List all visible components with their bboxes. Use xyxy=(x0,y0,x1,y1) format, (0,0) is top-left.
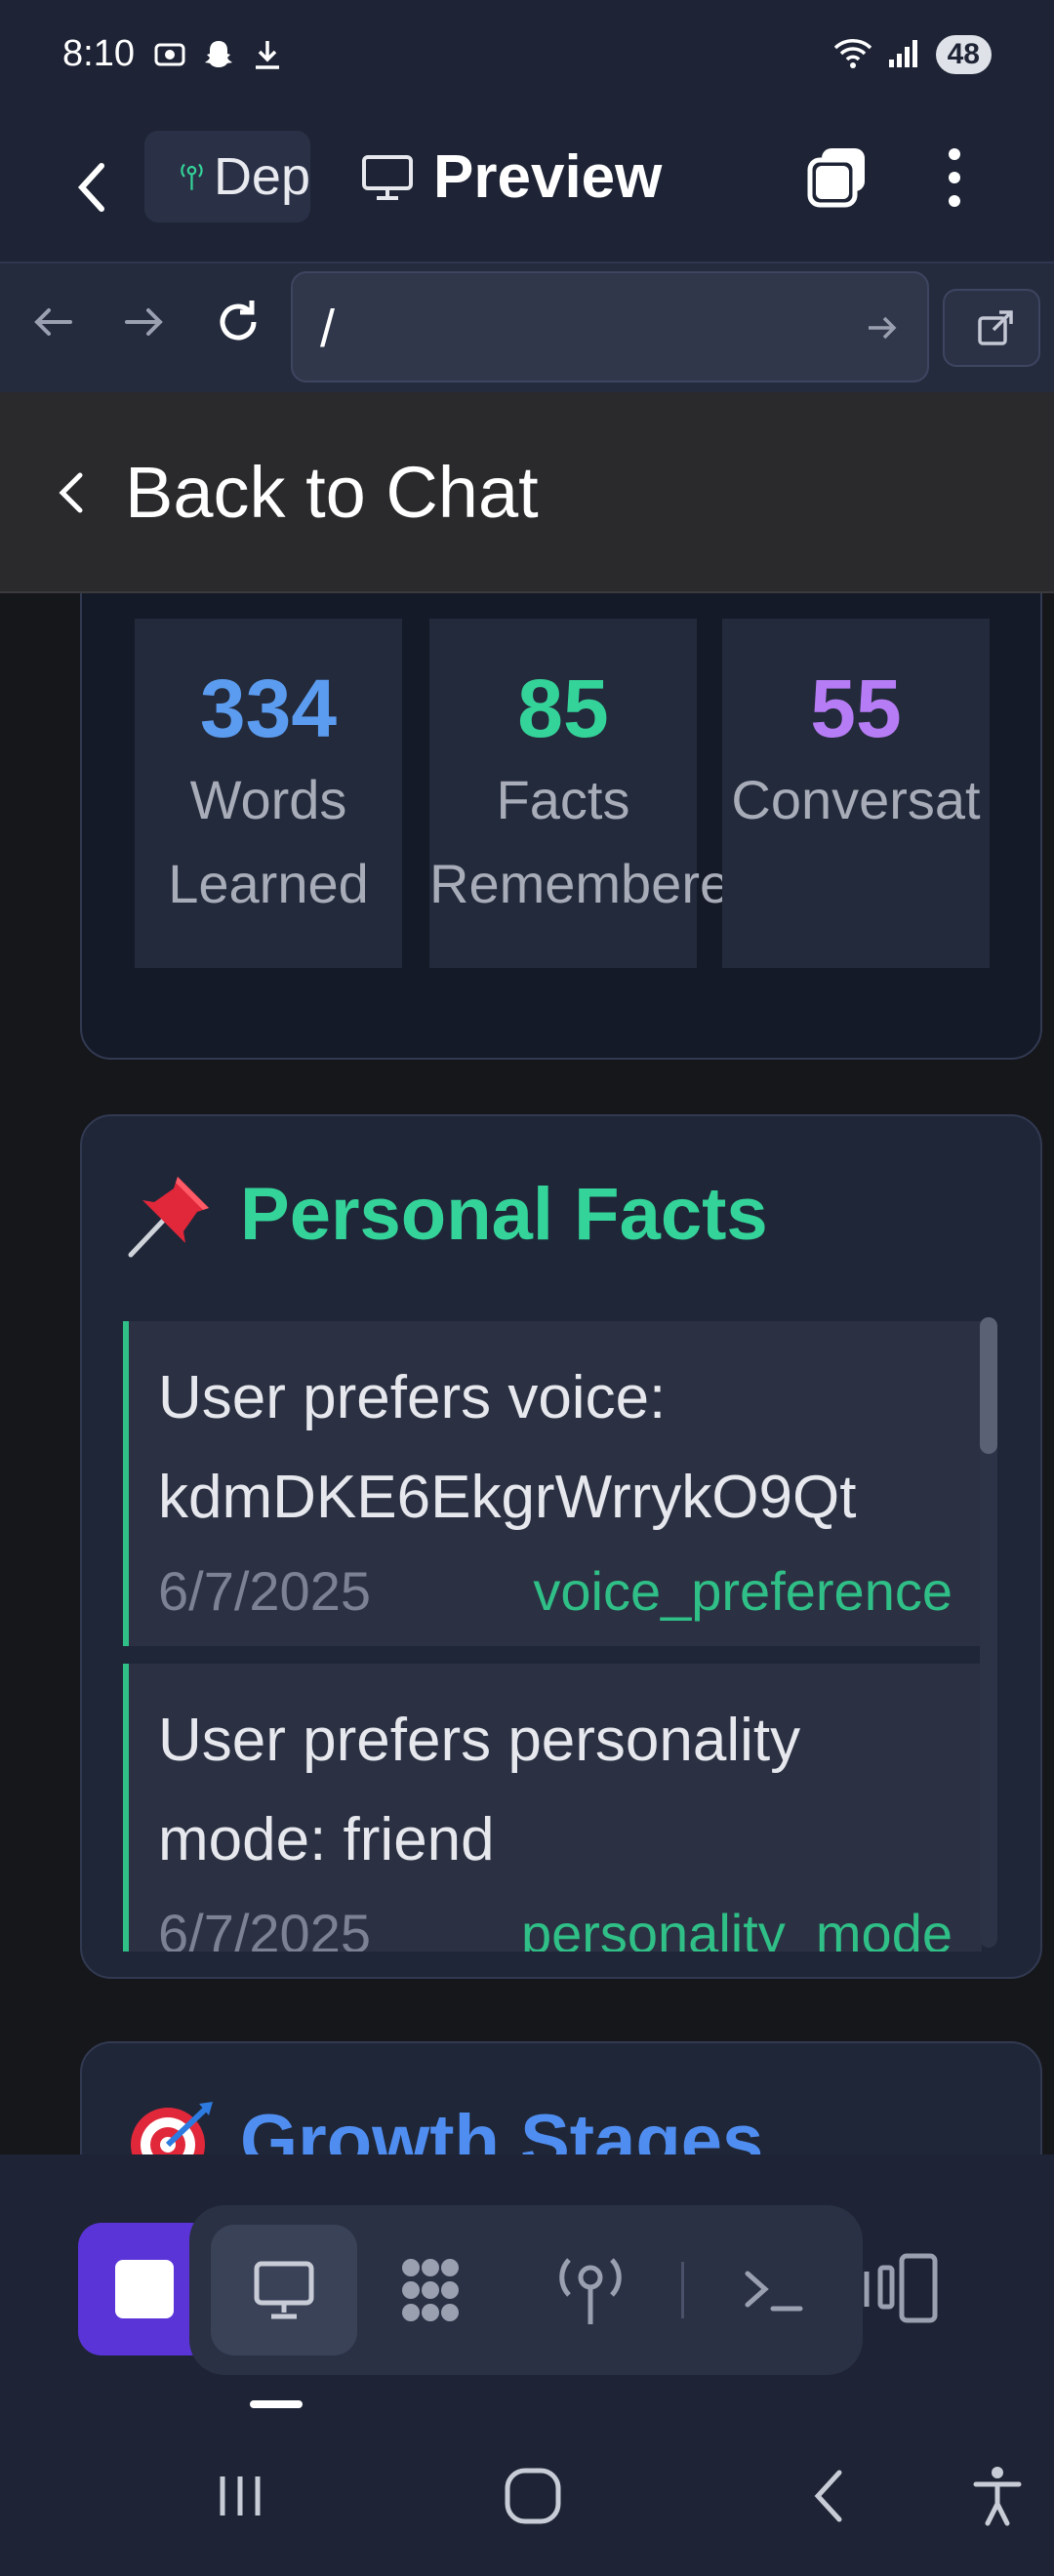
grid-dots-icon xyxy=(402,2259,459,2321)
url-input[interactable]: / xyxy=(291,271,929,382)
download-icon xyxy=(250,37,285,72)
facts-list[interactable]: User prefers voice: kdmDKE6EkgrWrrykO9Qt… xyxy=(123,1321,982,1952)
personal-facts-heading: Personal Facts xyxy=(125,1167,768,1261)
fact-date: 6/7/2025 xyxy=(158,1903,371,1952)
fact-date: 6/7/2025 xyxy=(158,1560,371,1622)
stat-conversations: 55 Conversat xyxy=(722,619,990,968)
fact-text: User prefers personality xyxy=(158,1707,801,1774)
open-external-button[interactable] xyxy=(943,289,1040,367)
more-menu-button[interactable] xyxy=(927,142,982,213)
reload-icon xyxy=(220,301,257,341)
wifi-icon xyxy=(832,36,873,74)
status-right: 48 xyxy=(832,35,992,74)
back-to-chat-label: Back to Chat xyxy=(125,452,539,533)
fact-tag: personality_mode xyxy=(520,1903,953,1952)
more-vert-icon xyxy=(949,148,960,207)
stat-label: Conversat xyxy=(731,769,981,830)
external-link-icon xyxy=(978,310,1013,345)
deploy-tab[interactable]: Dep xyxy=(144,131,310,222)
page-header: Back to Chat xyxy=(0,392,1054,593)
chevron-left-icon xyxy=(77,163,104,212)
antenna-icon xyxy=(559,2258,622,2324)
main-content: 334 Words Learned 85 Facts Remembered 55… xyxy=(0,593,1054,2154)
back-to-chat-button[interactable]: Back to Chat xyxy=(51,451,539,534)
stats-card: 334 Words Learned 85 Facts Remembered 55… xyxy=(80,593,1042,1060)
accessibility-button[interactable] xyxy=(962,2461,1033,2531)
battery-badge: 48 xyxy=(935,35,992,74)
url-text: / xyxy=(320,300,336,358)
stat-facts-remembered: 85 Facts Remembered xyxy=(429,619,761,968)
deploy-tab-button[interactable] xyxy=(517,2225,664,2355)
recents-icon xyxy=(220,2476,261,2516)
stat-words-learned: 334 Words Learned xyxy=(135,619,402,968)
pushpin-icon xyxy=(128,1177,209,1258)
personal-facts-card: Personal Facts User prefers voice: kdmDK… xyxy=(80,1114,1042,1979)
stat-label: Words xyxy=(189,769,347,830)
back-icon xyxy=(814,2470,842,2522)
copy-icon xyxy=(807,148,865,208)
app-back-button[interactable] xyxy=(59,152,129,222)
monitor-icon xyxy=(254,2261,314,2319)
browser-back-button[interactable] xyxy=(23,293,82,351)
home-icon xyxy=(505,2468,561,2524)
signal-icon xyxy=(887,36,922,74)
fact-text: mode: friend xyxy=(158,1806,495,1873)
stat-label: Facts xyxy=(496,769,630,830)
dock-separator xyxy=(681,2262,684,2318)
stop-icon xyxy=(115,2260,174,2318)
fact-text: User prefers voice: xyxy=(158,1364,667,1431)
app-bar: Dep Preview xyxy=(0,115,1054,262)
stat-label: Remembered xyxy=(429,853,761,914)
copy-button[interactable] xyxy=(802,142,872,213)
fact-tag: voice_preference xyxy=(533,1560,953,1622)
growth-stages-title: Growth Stages xyxy=(240,2099,764,2155)
stat-value: 55 xyxy=(810,663,902,754)
devices-icon xyxy=(864,2253,938,2323)
devices-button[interactable] xyxy=(863,2252,960,2326)
accessibility-icon xyxy=(973,2467,1022,2526)
preview-title-text: Preview xyxy=(433,143,663,211)
active-indicator xyxy=(250,2400,303,2408)
fact-text: kdmDKE6EkgrWrrykO9Qt xyxy=(158,1464,857,1531)
antenna-icon xyxy=(181,163,203,190)
system-navigation xyxy=(0,2418,1054,2576)
list-item: User prefers voice: kdmDKE6EkgrWrrykO9Qt… xyxy=(123,1321,982,1646)
stat-value: 334 xyxy=(199,663,338,754)
stat-value: 85 xyxy=(517,663,609,754)
growth-stages-heading: Growth Stages xyxy=(125,2094,763,2154)
home-button[interactable] xyxy=(498,2461,568,2531)
personal-facts-title: Personal Facts xyxy=(240,1172,768,1256)
terminal-icon xyxy=(745,2271,803,2312)
monitor-icon xyxy=(362,154,413,200)
facts-scrollbar[interactable] xyxy=(980,1317,997,1948)
arrow-right-icon xyxy=(125,308,163,336)
terminal-tab-button[interactable] xyxy=(701,2225,847,2355)
reload-button[interactable] xyxy=(209,293,267,351)
target-icon xyxy=(131,2102,213,2154)
apps-tab-button[interactable] xyxy=(357,2225,504,2355)
growth-stages-card: Growth Stages xyxy=(80,2041,1042,2154)
go-arrow-icon[interactable] xyxy=(861,306,904,349)
arrow-left-icon xyxy=(34,308,72,336)
browser-bar: / xyxy=(0,262,1054,392)
status-bar: 8:10 48 xyxy=(0,0,1054,115)
status-time: 8:10 xyxy=(62,33,135,74)
list-item: User prefers personality mode: friend 6/… xyxy=(123,1664,982,1952)
scrollbar-thumb[interactable] xyxy=(980,1317,997,1454)
system-back-button[interactable] xyxy=(794,2461,865,2531)
recents-button[interactable] xyxy=(205,2461,275,2531)
notification-icons xyxy=(152,37,285,72)
chevron-left-icon xyxy=(59,472,83,512)
dock-toolbar xyxy=(189,2205,863,2375)
bottom-dock xyxy=(0,2154,1054,2418)
tab-label: Dep xyxy=(213,147,310,206)
screenshot-icon xyxy=(152,37,187,72)
preview-tab-button[interactable] xyxy=(211,2225,357,2355)
preview-title: Preview xyxy=(361,142,662,212)
snapchat-icon xyxy=(201,37,236,72)
stat-label: Learned xyxy=(168,853,369,914)
browser-forward-button[interactable] xyxy=(115,293,174,351)
